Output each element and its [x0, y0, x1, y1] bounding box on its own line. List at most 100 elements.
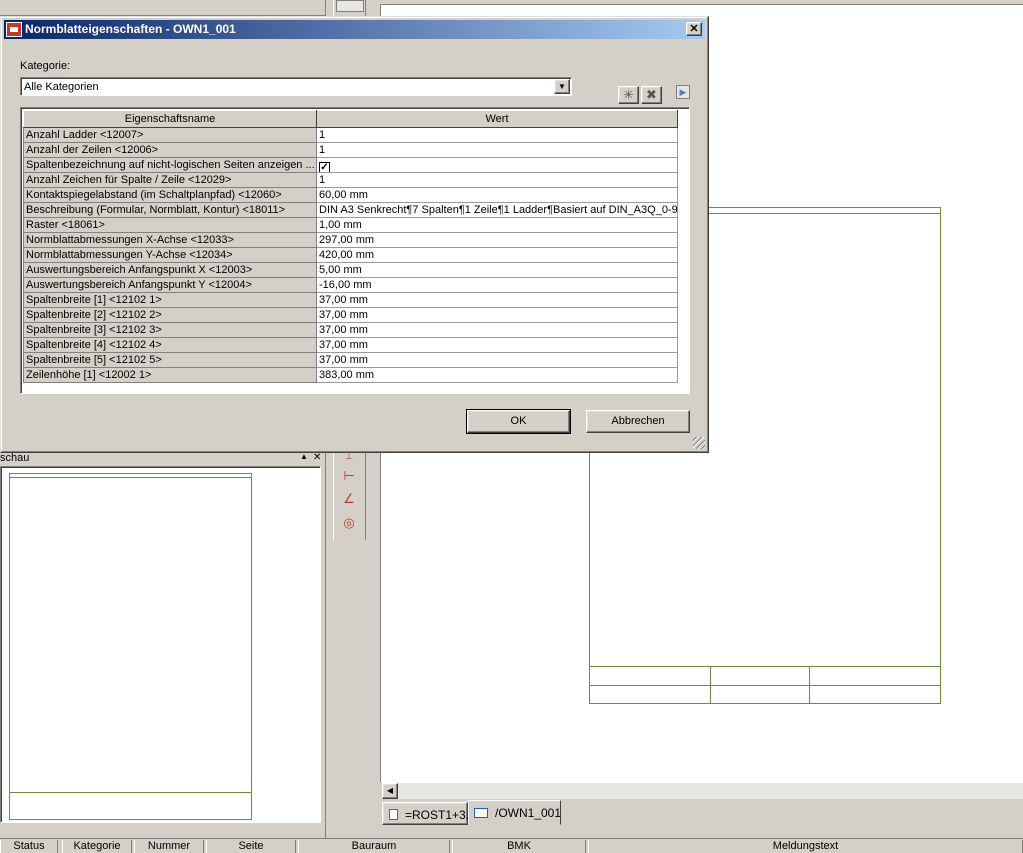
message-list-header: Status Kategorie Nummer Seite Bauraum BM…	[0, 838, 1023, 853]
property-name: Spaltenbreite [5] <12102 5>	[23, 352, 317, 368]
property-checkbox[interactable]: ✓	[319, 162, 330, 172]
col-nummer[interactable]: Nummer	[134, 840, 204, 853]
property-value[interactable]: 37,00 mm	[316, 337, 678, 353]
scroll-left-button[interactable]: ◀	[382, 783, 398, 799]
property-value[interactable]: 37,00 mm	[316, 307, 678, 323]
table-row[interactable]: Normblattabmessungen Y-Achse <12034> 420,…	[23, 247, 678, 263]
chevron-down-icon[interactable]: ▼	[554, 79, 570, 94]
delete-property-button[interactable]: ✖	[641, 86, 662, 104]
table-row[interactable]: Kontaktspiegelabstand (im Schaltplanpfad…	[23, 187, 678, 203]
dialog-title-bar[interactable]: Normblatteigenschaften - OWN1_001 ✕	[4, 20, 705, 39]
toolbar-button-top[interactable]	[336, 0, 364, 12]
table-row[interactable]: Raster <18061> 1,00 mm	[23, 217, 678, 233]
property-value[interactable]: 5,00 mm	[316, 262, 678, 278]
tool-radius-icon[interactable]: ◎	[340, 514, 358, 532]
cancel-button[interactable]: Abbrechen	[586, 410, 690, 433]
preview-sheet-title-block	[10, 792, 251, 819]
property-name: Beschreibung (Formular, Normblatt, Kontu…	[23, 202, 317, 218]
property-value[interactable]: 1	[316, 127, 678, 143]
col-meldungstext[interactable]: Meldungstext	[588, 840, 1023, 853]
left-pane-top	[0, 0, 325, 16]
property-name: Kontaktspiegelabstand (im Schaltplanpfad…	[23, 187, 317, 203]
property-name: Anzahl Zeichen für Spalte / Zeile <12029…	[23, 172, 317, 188]
property-name: Anzahl Ladder <12007>	[23, 127, 317, 143]
property-name: Spaltenbreite [1] <12102 1>	[23, 292, 317, 308]
property-value[interactable]: 60,00 mm	[316, 187, 678, 203]
tool-angle-icon[interactable]: ∠	[340, 490, 358, 508]
table-header-row: Eigenschaftsname Wert	[23, 110, 678, 128]
table-row[interactable]: Spaltenbreite [4] <12102 4> 37,00 mm	[23, 337, 678, 353]
horizontal-scrollbar[interactable]: ◀	[382, 782, 1023, 799]
property-value[interactable]: 1	[316, 142, 678, 158]
property-value[interactable]: 297,00 mm	[316, 232, 678, 248]
preview-pin-icon[interactable]: ▲	[300, 452, 308, 461]
table-row[interactable]: Spaltenbezeichnung auf nicht-logischen S…	[23, 157, 678, 173]
page-preview	[0, 466, 321, 823]
property-table: Eigenschaftsname Wert Anzahl Ladder <120…	[23, 110, 678, 383]
category-select-value: Alle Kategorien	[24, 81, 99, 93]
tab-rost-label: =ROST1+3...	[405, 808, 476, 822]
property-value[interactable]: -16,00 mm	[316, 277, 678, 293]
property-name: Spaltenbreite [3] <12102 3>	[23, 322, 317, 338]
table-row[interactable]: Normblattabmessungen X-Achse <12033> 297,…	[23, 232, 678, 248]
property-name: Normblattabmessungen X-Achse <12033>	[23, 232, 317, 248]
category-select[interactable]: Alle Kategorien ▼	[20, 77, 572, 96]
col-bmk[interactable]: BMK	[452, 840, 586, 853]
sheet-properties-dialog: Normblatteigenschaften - OWN1_001 ✕ Kate…	[0, 16, 709, 453]
col-seite[interactable]: Seite	[206, 840, 296, 853]
sheet-title-block-row	[590, 685, 940, 686]
property-name: Normblattabmessungen Y-Achse <12034>	[23, 247, 317, 263]
table-row[interactable]: Spaltenbreite [2] <12102 2> 37,00 mm	[23, 307, 678, 323]
close-icon[interactable]: ✕	[686, 22, 702, 36]
table-row[interactable]: Zeilenhöhe [1] <12002 1> 383,00 mm	[23, 367, 678, 383]
col-status[interactable]: Status	[0, 840, 58, 853]
column-header-value[interactable]: Wert	[316, 110, 678, 128]
tab-rost[interactable]: =ROST1+3...	[382, 802, 476, 825]
preview-title-bar: schau ▲ ✕	[0, 452, 325, 465]
table-row[interactable]: Auswertungsbereich Anfangspunkt X <12003…	[23, 262, 678, 278]
table-row[interactable]: Anzahl der Zeilen <12006> 1	[23, 142, 678, 158]
resize-grip-icon[interactable]	[693, 437, 705, 449]
preview-sheet-header	[10, 474, 251, 478]
property-value[interactable]: 420,00 mm	[316, 247, 678, 263]
property-value[interactable]: ✓	[316, 157, 678, 173]
new-property-button[interactable]: ✳	[618, 86, 639, 104]
app-icon	[6, 22, 22, 37]
preview-close-icon[interactable]: ✕	[313, 452, 321, 463]
property-name: Anzahl der Zeilen <12006>	[23, 142, 317, 158]
table-row[interactable]: Anzahl Zeichen für Spalte / Zeile <12029…	[23, 172, 678, 188]
table-row[interactable]: Anzahl Ladder <12007> 1	[23, 127, 678, 143]
table-row[interactable]: Beschreibung (Formular, Normblatt, Kontu…	[23, 202, 678, 218]
ok-button[interactable]: OK	[466, 409, 571, 434]
page-tabs: =ROST1+3... /OWN1_001	[380, 800, 1023, 825]
dialog-title: Normblatteigenschaften - OWN1_001	[25, 22, 236, 36]
column-header-name[interactable]: Eigenschaftsname	[23, 110, 317, 128]
sheet-icon	[474, 808, 488, 818]
property-value[interactable]: 37,00 mm	[316, 292, 678, 308]
property-name: Spaltenbreite [4] <12102 4>	[23, 337, 317, 353]
property-name: Raster <18061>	[23, 217, 317, 233]
preview-title: schau	[0, 452, 30, 464]
col-kategorie[interactable]: Kategorie	[62, 840, 132, 853]
property-name: Auswertungsbereich Anfangspunkt Y <12004…	[23, 277, 317, 293]
tab-own1-label: /OWN1_001	[495, 806, 562, 820]
expand-icon[interactable]: ▶	[676, 85, 690, 99]
category-label: Kategorie:	[20, 60, 71, 72]
table-row[interactable]: Spaltenbreite [5] <12102 5> 37,00 mm	[23, 352, 678, 368]
property-grid: Eigenschaftsname Wert Anzahl Ladder <120…	[20, 107, 690, 394]
page-icon	[389, 809, 398, 820]
property-value[interactable]: 37,00 mm	[316, 352, 678, 368]
property-value[interactable]: 1	[316, 172, 678, 188]
property-value[interactable]: 37,00 mm	[316, 322, 678, 338]
col-bauraum[interactable]: Bauraum	[298, 840, 450, 853]
tab-own1[interactable]: /OWN1_001	[468, 800, 561, 825]
table-row[interactable]: Spaltenbreite [3] <12102 3> 37,00 mm	[23, 322, 678, 338]
table-row[interactable]: Auswertungsbereich Anfangspunkt Y <12004…	[23, 277, 678, 293]
preview-sheet	[9, 473, 252, 820]
property-value[interactable]: 1,00 mm	[316, 217, 678, 233]
property-name: Auswertungsbereich Anfangspunkt X <12003…	[23, 262, 317, 278]
property-value[interactable]: 383,00 mm	[316, 367, 678, 383]
tool-dimension-icon[interactable]: ⊢	[340, 467, 358, 485]
property-value[interactable]: DIN A3 Senkrecht¶7 Spalten¶1 Zeile¶1 Lad…	[316, 202, 678, 218]
table-row[interactable]: Spaltenbreite [1] <12102 1> 37,00 mm	[23, 292, 678, 308]
